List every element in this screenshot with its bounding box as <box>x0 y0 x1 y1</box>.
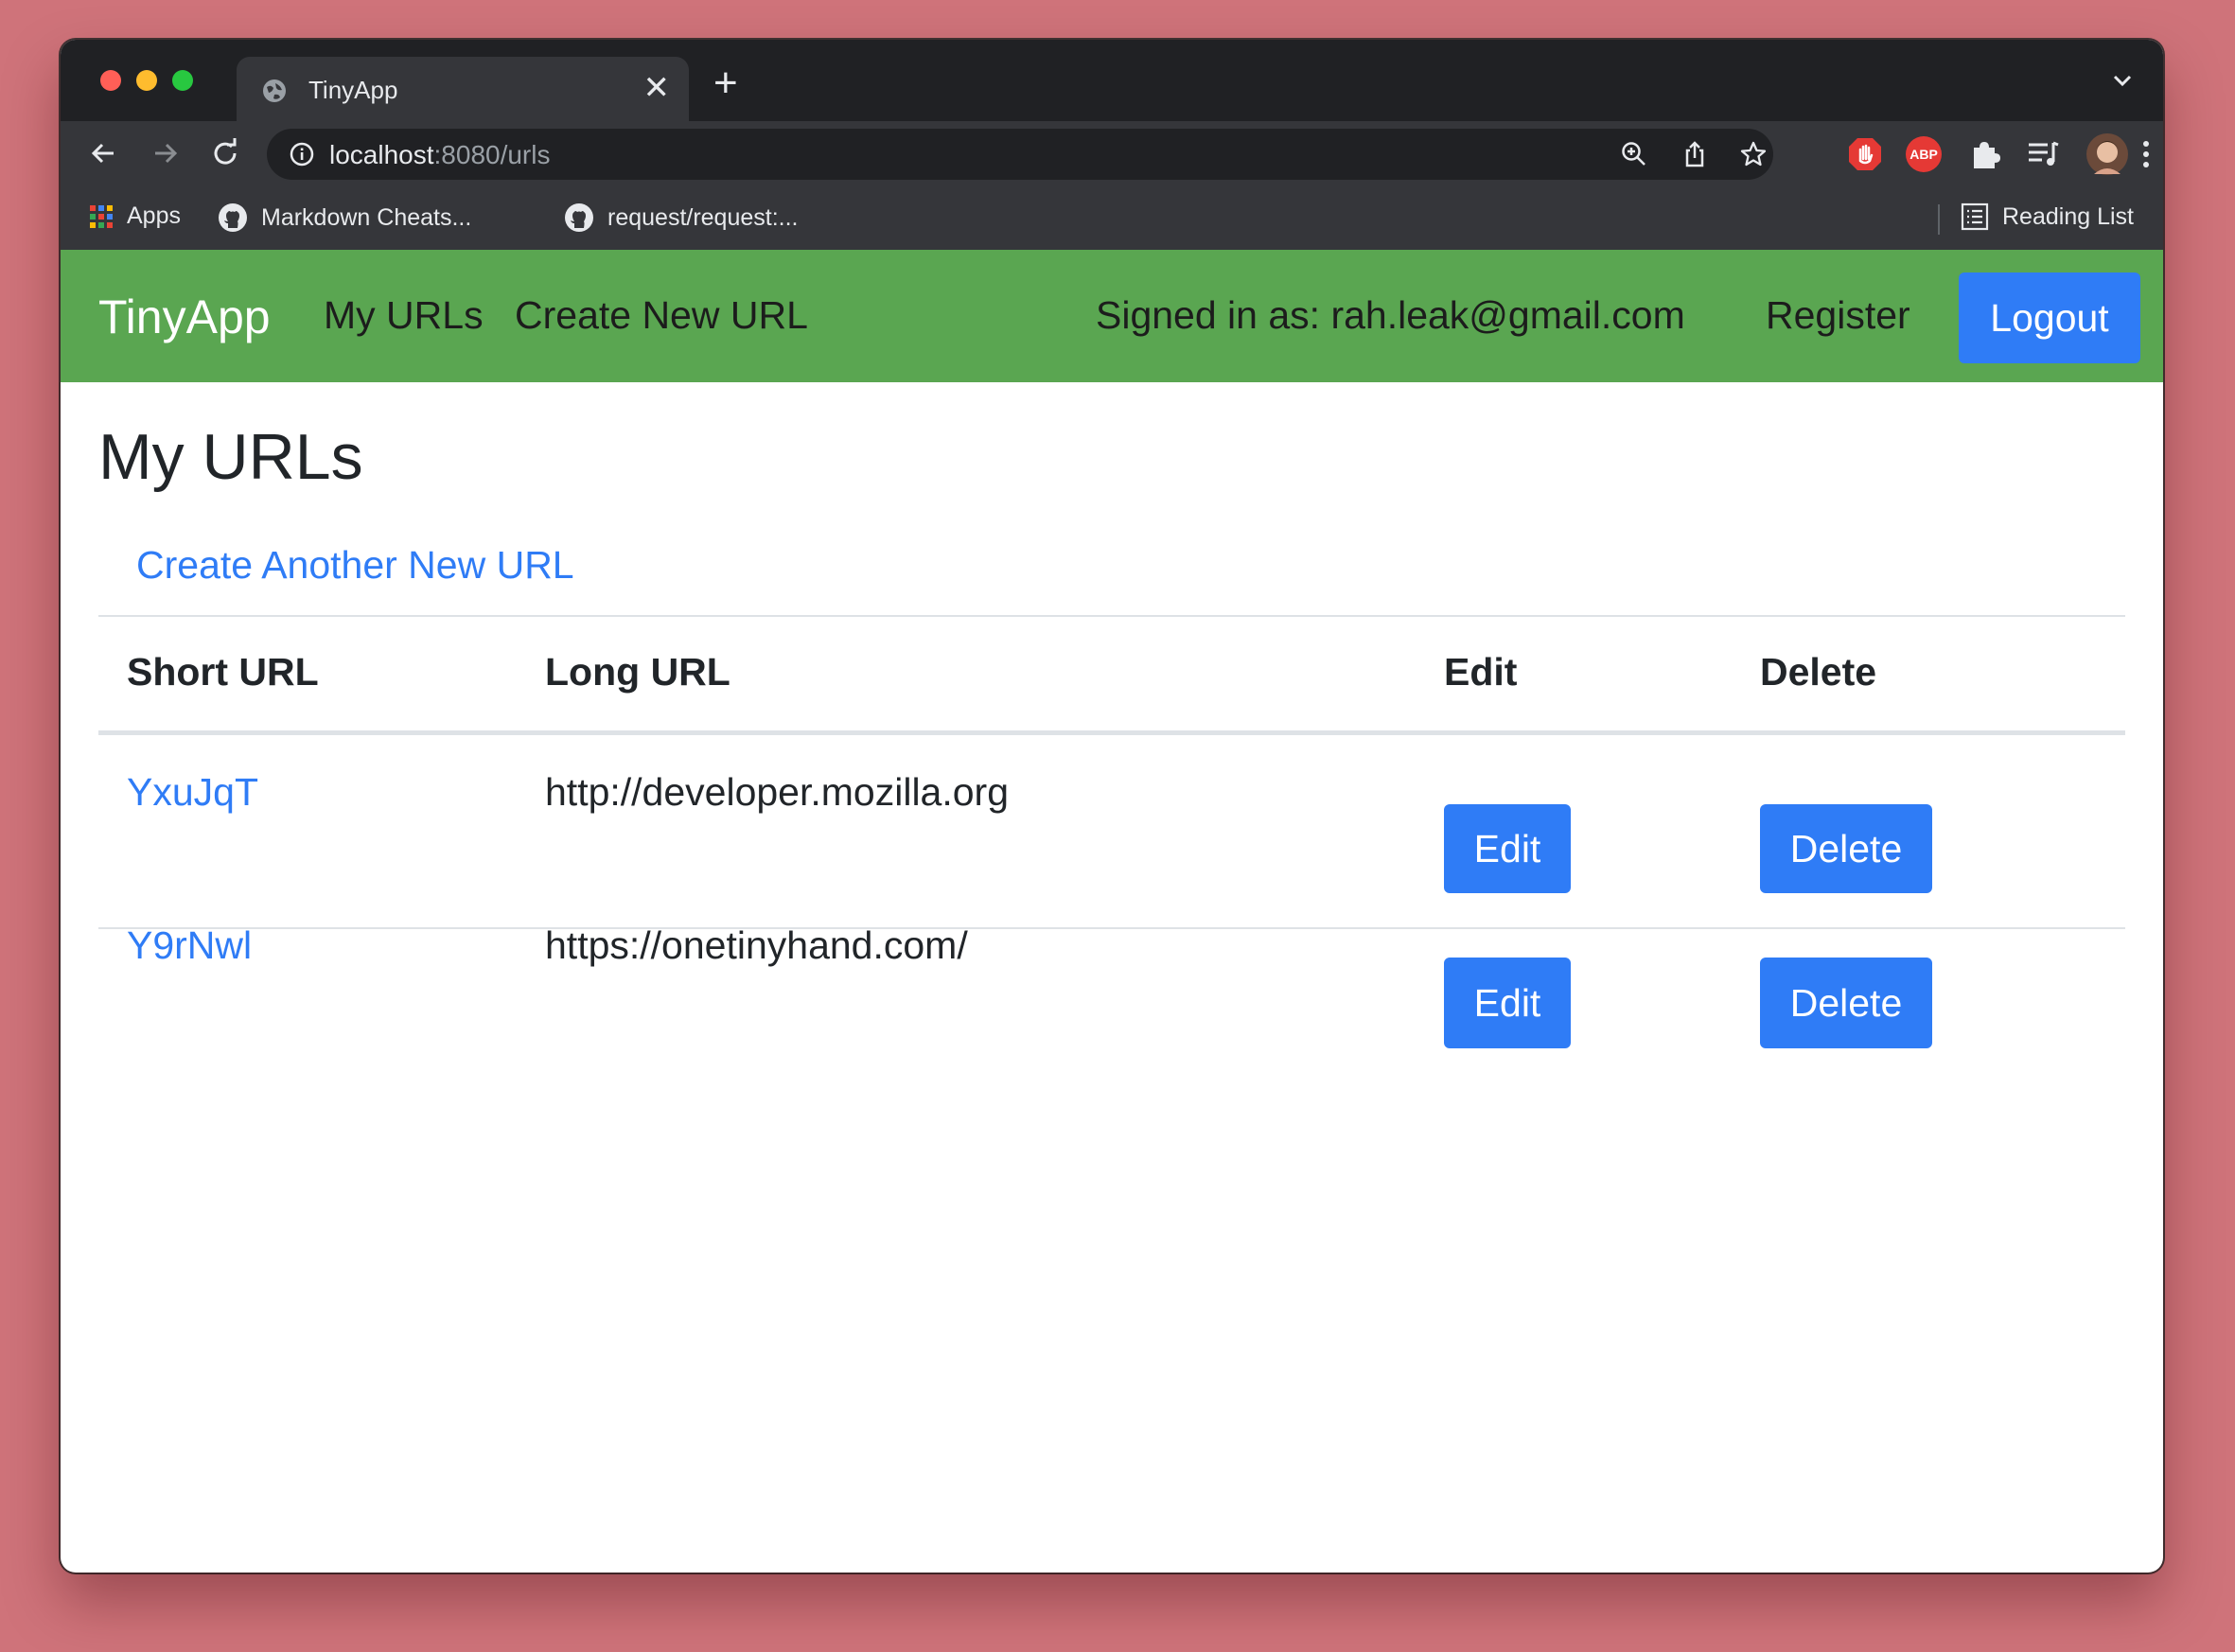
globe-icon <box>263 79 286 102</box>
header-delete: Delete <box>1760 650 1877 694</box>
row-divider <box>98 927 2125 929</box>
bookmark-label: Apps <box>127 202 181 229</box>
close-tab-icon[interactable]: ✕ <box>643 72 671 104</box>
bookmarks-bar: Apps Markdown Cheats... request/request:… <box>61 187 2163 251</box>
puzzle-extensions-icon[interactable] <box>1966 136 2002 172</box>
table-top-divider <box>98 615 2125 617</box>
tab-bar: TinyApp ✕ + <box>61 40 2163 121</box>
chevron-down-icon[interactable] <box>2110 68 2135 93</box>
short-url-link[interactable]: YxuJqT <box>127 770 258 815</box>
media-queue-icon[interactable] <box>2025 136 2061 172</box>
create-another-url-link[interactable]: Create Another New URL <box>136 543 574 588</box>
reload-icon[interactable] <box>206 134 244 172</box>
bookmark-apps[interactable]: Apps <box>89 202 181 230</box>
short-url-link[interactable]: Y9rNwl <box>127 923 252 968</box>
new-tab-button[interactable]: + <box>713 62 738 104</box>
github-icon <box>219 203 247 232</box>
header-long-url: Long URL <box>545 650 730 694</box>
header-short-url: Short URL <box>127 650 319 694</box>
adblock-extension-icon[interactable]: ABP <box>1906 136 1942 172</box>
browser-toolbar: localhost:8080/urls ABP <box>61 121 2163 187</box>
url-text[interactable]: localhost:8080/urls <box>329 140 550 170</box>
edit-button[interactable]: Edit <box>1444 958 1571 1048</box>
header-divider <box>98 730 2125 735</box>
bookmark-star-icon[interactable] <box>1739 140 1768 168</box>
bookmark-label: Markdown Cheats... <box>261 203 472 231</box>
share-icon[interactable] <box>1681 140 1709 168</box>
signed-in-status: Signed in as: rah.leak@gmail.com <box>1096 293 1685 337</box>
delete-button[interactable]: Delete <box>1760 958 1932 1048</box>
long-url-text: http://developer.mozilla.org <box>545 770 1009 814</box>
github-icon <box>565 203 593 232</box>
header-edit: Edit <box>1444 650 1518 694</box>
close-window-button[interactable] <box>100 70 121 91</box>
browser-tab[interactable]: TinyApp ✕ <box>237 57 689 121</box>
bookmarks-divider <box>1938 204 1940 235</box>
edit-button[interactable]: Edit <box>1444 804 1571 893</box>
nav-my-urls[interactable]: My URLs <box>324 293 484 338</box>
app-navbar: TinyApp My URLs Create New URL Signed in… <box>61 250 2163 382</box>
apps-grid-icon <box>90 204 113 228</box>
nav-create-new-url[interactable]: Create New URL <box>515 293 808 338</box>
brand-link[interactable]: TinyApp <box>98 290 271 344</box>
maximize-window-button[interactable] <box>172 70 193 91</box>
minimize-window-button[interactable] <box>136 70 157 91</box>
url-host: localhost <box>329 140 434 169</box>
logout-button[interactable]: Logout <box>1959 272 2140 363</box>
long-url-text: https://onetinyhand.com/ <box>545 923 968 967</box>
address-bar[interactable]: localhost:8080/urls <box>267 129 1773 180</box>
delete-button[interactable]: Delete <box>1760 804 1932 893</box>
avatar[interactable] <box>2085 132 2129 176</box>
url-path: :8080/urls <box>433 140 551 169</box>
page-title: My URLs <box>98 421 363 493</box>
bookmark-request[interactable]: request/request:... <box>564 202 799 233</box>
forward-icon[interactable] <box>146 134 184 172</box>
zoom-icon[interactable] <box>1620 140 1648 168</box>
bookmark-label: request/request:... <box>607 203 799 231</box>
more-menu-icon[interactable] <box>2137 136 2156 172</box>
stop-hand-extension-icon[interactable] <box>1847 136 1883 172</box>
browser-window: TinyApp ✕ + localhost:8080/urls ABP Apps… <box>61 40 2163 1573</box>
reading-list-icon <box>1961 202 1989 231</box>
info-icon[interactable] <box>290 142 314 167</box>
tab-title: TinyApp <box>308 76 398 104</box>
reading-list-button[interactable]: Reading List <box>1961 202 2134 231</box>
bookmark-markdown[interactable]: Markdown Cheats... <box>218 202 471 233</box>
back-icon[interactable] <box>85 134 123 172</box>
reading-list-label: Reading List <box>2002 202 2134 230</box>
nav-register[interactable]: Register <box>1766 293 1910 338</box>
